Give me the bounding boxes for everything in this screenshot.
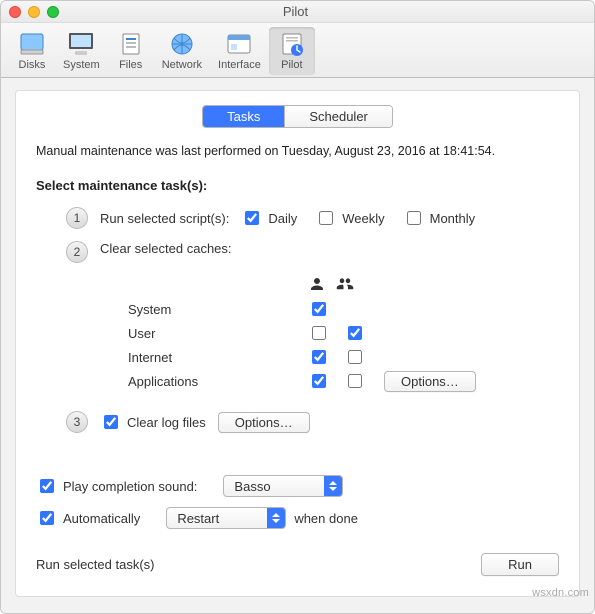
toolbar-label: System: [63, 59, 100, 71]
cache-user-user-checkbox[interactable]: [312, 326, 326, 340]
close-icon[interactable]: [9, 6, 21, 18]
toolbar-system[interactable]: System: [55, 27, 108, 75]
checkbox-daily[interactable]: Daily: [241, 208, 297, 228]
toolbar-label: Pilot: [281, 59, 302, 71]
toolbar: Disks System Files Network Interface: [1, 23, 594, 78]
cache-row-user: User: [128, 321, 559, 345]
toolbar-label: Disks: [19, 59, 46, 71]
auto-suffix-label: when done: [294, 511, 358, 526]
step-2-label: Clear selected caches:: [100, 241, 232, 256]
toolbar-label: Interface: [218, 59, 261, 71]
checkbox-clear-logs-input[interactable]: [104, 415, 118, 429]
tabs-segment: Tasks Scheduler: [202, 105, 393, 128]
user-column-icon: [308, 275, 326, 293]
footer-label: Run selected task(s): [36, 557, 155, 572]
cache-label: User: [128, 326, 298, 341]
checkbox-weekly[interactable]: Weekly: [315, 208, 384, 228]
checkbox-monthly-label: Monthly: [430, 211, 476, 226]
interface-icon: [224, 29, 254, 59]
tab-scheduler[interactable]: Scheduler: [284, 106, 392, 127]
toolbar-interface[interactable]: Interface: [210, 27, 269, 75]
status-text: Manual maintenance was last performed on…: [36, 144, 559, 158]
cache-system-user-checkbox[interactable]: [312, 302, 326, 316]
auto-action-value: Restart: [177, 511, 259, 526]
checkbox-auto[interactable]: Automatically: [36, 508, 140, 528]
tab-tasks[interactable]: Tasks: [203, 106, 284, 127]
cache-internet-all-checkbox[interactable]: [348, 350, 362, 364]
cache-apps-all-checkbox[interactable]: [348, 374, 362, 388]
cache-row-internet: Internet: [128, 345, 559, 369]
run-button[interactable]: Run: [481, 553, 559, 576]
cache-apps-user-checkbox[interactable]: [312, 374, 326, 388]
toolbar-files[interactable]: Files: [108, 27, 154, 75]
checkbox-clear-logs[interactable]: Clear log files: [100, 412, 206, 432]
cache-label: System: [128, 302, 298, 317]
system-icon: [66, 29, 96, 59]
cache-user-all-checkbox[interactable]: [348, 326, 362, 340]
cache-row-applications: Applications Options…: [128, 369, 559, 393]
checkbox-clear-logs-label: Clear log files: [127, 415, 206, 430]
auto-action-popup[interactable]: Restart: [166, 507, 286, 529]
toolbar-label: Files: [119, 59, 142, 71]
checkbox-daily-input[interactable]: [245, 211, 259, 225]
panel: Tasks Scheduler Manual maintenance was l…: [15, 90, 580, 597]
step-1-badge: 1: [66, 207, 88, 229]
toolbar-network[interactable]: Network: [154, 27, 210, 75]
checkbox-auto-input[interactable]: [40, 511, 54, 525]
checkbox-sound-input[interactable]: [40, 479, 54, 493]
toolbar-disks[interactable]: Disks: [9, 27, 55, 75]
content-area: Tasks Scheduler Manual maintenance was l…: [1, 78, 594, 613]
watermark-text: wsxdn.com: [532, 587, 589, 599]
checkbox-auto-label: Automatically: [63, 511, 140, 526]
step-1-row: 1 Run selected script(s): Daily Weekly M…: [66, 207, 559, 229]
step-3-row: 3 Clear log files Options…: [66, 411, 559, 433]
disks-icon: [17, 29, 47, 59]
chevron-updown-icon: [267, 508, 285, 528]
footer-row: Run selected task(s) Run: [36, 553, 559, 576]
chevron-updown-icon: [324, 476, 342, 496]
checkbox-sound[interactable]: Play completion sound:: [36, 476, 197, 496]
window-controls: [9, 6, 59, 18]
checkbox-monthly-input[interactable]: [407, 211, 421, 225]
clear-logs-options-button[interactable]: Options…: [218, 412, 310, 433]
section-title: Select maintenance task(s):: [36, 178, 559, 193]
cache-apps-options-button[interactable]: Options…: [384, 371, 476, 392]
checkbox-monthly[interactable]: Monthly: [403, 208, 476, 228]
minimize-icon[interactable]: [28, 6, 40, 18]
zoom-icon[interactable]: [47, 6, 59, 18]
titlebar: Pilot: [1, 1, 594, 23]
step-3-badge: 3: [66, 411, 88, 433]
network-icon: [167, 29, 197, 59]
step-2-row: 2 Clear selected caches:: [66, 241, 559, 263]
pilot-icon: [277, 29, 307, 59]
cache-label: Internet: [128, 350, 298, 365]
checkbox-daily-label: Daily: [268, 211, 297, 226]
all-users-column-icon: [336, 275, 354, 293]
checkbox-sound-label: Play completion sound:: [63, 479, 197, 494]
files-icon: [116, 29, 146, 59]
step-1-label: Run selected script(s):: [100, 211, 229, 226]
cache-internet-user-checkbox[interactable]: [312, 350, 326, 364]
toolbar-label: Network: [162, 59, 202, 71]
sound-popup-value: Basso: [234, 479, 316, 494]
cache-grid: System User Internet Applications: [128, 275, 559, 393]
sound-popup[interactable]: Basso: [223, 475, 343, 497]
cache-row-system: System: [128, 297, 559, 321]
sound-row: Play completion sound: Basso: [36, 475, 559, 497]
checkbox-weekly-label: Weekly: [342, 211, 384, 226]
auto-row: Automatically Restart when done: [36, 507, 559, 529]
toolbar-pilot[interactable]: Pilot: [269, 27, 315, 75]
app-window: Pilot Disks System Files Network: [0, 0, 595, 614]
cache-label: Applications: [128, 374, 298, 389]
checkbox-weekly-input[interactable]: [319, 211, 333, 225]
window-title: Pilot: [59, 4, 586, 19]
step-2-badge: 2: [66, 241, 88, 263]
